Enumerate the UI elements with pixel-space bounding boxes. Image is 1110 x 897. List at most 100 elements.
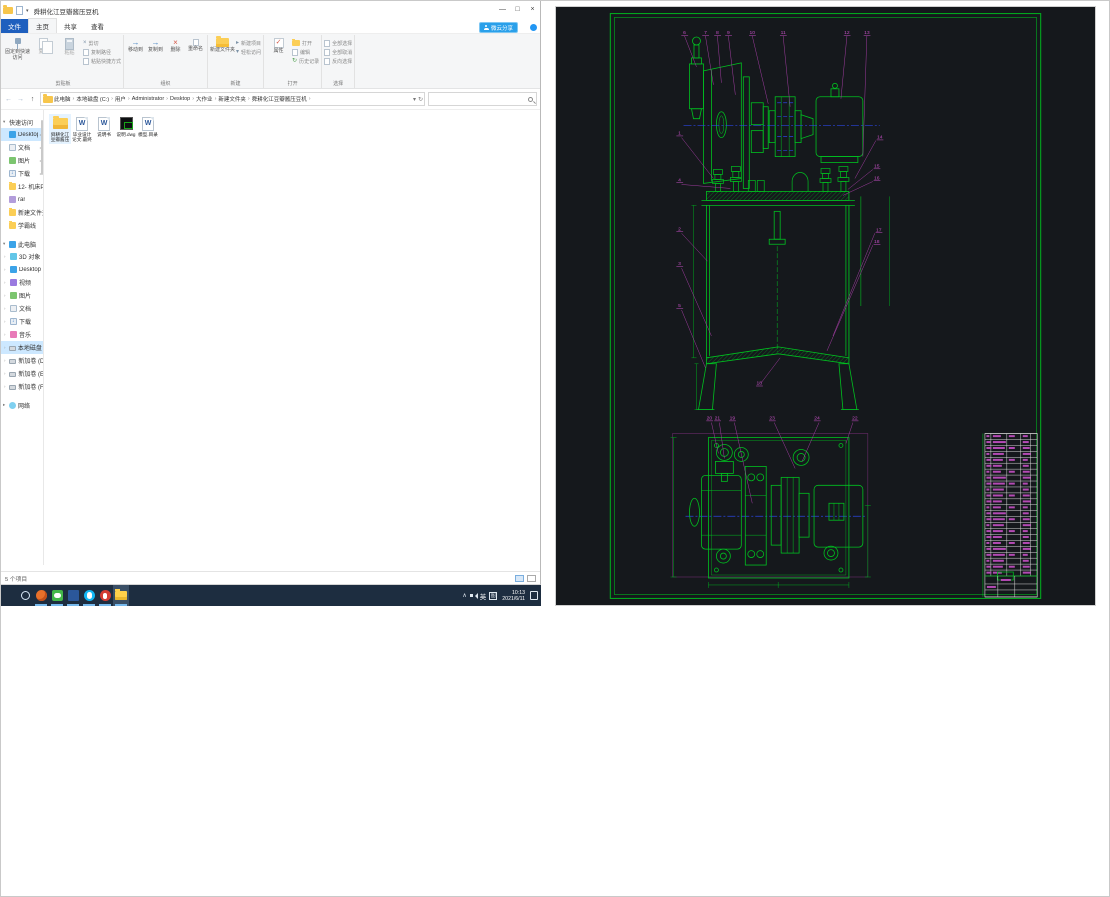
expand-icon[interactable]: ›: [4, 332, 8, 337]
taskbar-app-button[interactable]: [97, 585, 113, 606]
expand-icon[interactable]: ›: [4, 384, 7, 389]
breadcrumb-segment[interactable]: Desktop ›: [170, 96, 195, 102]
sidebar-item[interactable]: › 新加卷 (D:): [1, 354, 43, 367]
new-folder-button[interactable]: 新建文件夹: [210, 36, 235, 54]
taskbar-app-button[interactable]: [65, 585, 81, 606]
sidebar-item[interactable]: 下载 •: [1, 167, 43, 180]
collapse-icon[interactable]: ▾: [3, 119, 7, 125]
breadcrumb-segment[interactable]: 用户 ›: [115, 95, 131, 103]
rename-button[interactable]: 重命名: [186, 36, 205, 53]
file-item[interactable]: 毕业设计论文.最终: [71, 114, 93, 144]
expand-icon[interactable]: ›: [4, 345, 7, 350]
open-button[interactable]: 打开: [292, 38, 319, 47]
tab-view[interactable]: 查看: [84, 19, 111, 33]
back-icon[interactable]: ←: [4, 96, 13, 103]
expand-icon[interactable]: ›: [4, 280, 8, 285]
address-dropdown-icon[interactable]: ▾: [413, 96, 416, 103]
history-button[interactable]: ↻ 历史记录: [292, 57, 319, 65]
ime-mode-icon[interactable]: 图: [489, 591, 498, 600]
forward-icon[interactable]: →: [16, 96, 25, 103]
file-list-pane[interactable]: 舜耕化江豆瓣酱压豆机 毕业设计论文.最终 说明书: [44, 110, 540, 565]
sidebar-item[interactable]: rar •: [1, 193, 43, 206]
expand-icon[interactable]: ›: [4, 267, 8, 272]
qat-customize-icon[interactable]: ▾: [26, 8, 29, 14]
tab-file[interactable]: 文件: [1, 19, 28, 33]
sidebar-section-quick-access[interactable]: ▾ 快速访问: [1, 116, 43, 128]
tab-share[interactable]: 共享: [57, 19, 84, 33]
copy-button[interactable]: 复制: [31, 36, 56, 56]
breadcrumb-segment[interactable]: 舜耕化江豆瓣酱压豆机 ›: [252, 95, 312, 103]
paste-button[interactable]: 粘贴: [57, 36, 82, 57]
maximize-button[interactable]: □: [510, 1, 525, 17]
qat-properties-icon[interactable]: [16, 6, 23, 15]
cad-drawing-viewer[interactable]: 6 7 8 9 10 11 12 13 1 4 2 3 5 14 15 16 17 18 18 20 21 19 23 24 2…: [555, 6, 1096, 606]
expand-icon[interactable]: ▸: [3, 402, 7, 408]
move-to-button[interactable]: → 移动到: [126, 36, 145, 54]
search-input[interactable]: [428, 92, 537, 106]
clock[interactable]: 10:13 2021/6/11: [500, 590, 527, 602]
copy-to-button[interactable]: → 复制到: [146, 36, 165, 54]
pin-to-quick-access-button[interactable]: 固定到快速访问: [5, 36, 30, 61]
new-item-button[interactable]: ▸ 新建项目: [236, 39, 261, 47]
sidebar-item[interactable]: › 新加卷 (F:): [1, 380, 43, 393]
thumbnail-view-toggle[interactable]: [527, 574, 536, 582]
hidden-icons-chevron-icon[interactable]: ∧: [462, 592, 466, 599]
invert-selection-button[interactable]: 反向选择: [324, 57, 352, 65]
collapse-icon[interactable]: ▾: [3, 241, 7, 247]
file-item[interactable]: 模型.目录: [137, 114, 159, 138]
sidebar-item[interactable]: Desktop •: [1, 128, 43, 141]
properties-button[interactable]: ✓ 属性: [266, 36, 291, 55]
paste-shortcut-button[interactable]: 粘贴快捷方式: [83, 57, 121, 65]
help-icon[interactable]: [530, 24, 537, 31]
refresh-icon[interactable]: ↻: [418, 96, 423, 103]
sidebar-item[interactable]: 文档 •: [1, 141, 43, 154]
easy-access-button[interactable]: ▾ 轻松访问: [236, 48, 261, 56]
taskbar-app-button[interactable]: [113, 585, 129, 606]
taskbar-app-button[interactable]: [1, 585, 17, 606]
sidebar-item[interactable]: 12- 机床PLC (2M •: [1, 180, 43, 193]
expand-icon[interactable]: ›: [4, 319, 8, 324]
copy-path-button[interactable]: 复制路径: [83, 48, 121, 56]
sidebar-item[interactable]: 新建文件夹 •: [1, 206, 43, 219]
expand-icon[interactable]: ›: [4, 254, 8, 259]
sidebar-scrollbar[interactable]: [40, 120, 43, 175]
breadcrumb-segment[interactable]: 大作业 ›: [196, 95, 217, 103]
select-all-button[interactable]: 全部选择: [324, 39, 352, 47]
volume-icon[interactable]: [469, 592, 479, 599]
breadcrumb-segment[interactable]: 新建文件夹 ›: [218, 95, 250, 103]
taskbar-app-button[interactable]: [49, 585, 65, 606]
taskbar-app-button[interactable]: [17, 585, 33, 606]
breadcrumb-segment[interactable]: 此电脑 ›: [54, 95, 75, 103]
sidebar-section-this-pc[interactable]: ▾ 此电脑: [1, 238, 43, 250]
breadcrumb-segment[interactable]: 本地磁盘 (C:) ›: [76, 95, 114, 103]
sidebar-item[interactable]: 学霸线 •: [1, 219, 43, 232]
expand-icon[interactable]: ›: [4, 306, 8, 311]
expand-icon[interactable]: ›: [4, 358, 7, 363]
sidebar-item[interactable]: › Desktop: [1, 263, 43, 276]
file-item[interactable]: 说明书: [93, 114, 115, 138]
file-item[interactable]: 舜耕化江豆瓣酱压豆机: [49, 114, 71, 144]
details-view-toggle[interactable]: [515, 574, 524, 582]
action-center-icon[interactable]: [530, 591, 538, 600]
expand-icon[interactable]: ›: [4, 371, 7, 376]
select-none-button[interactable]: 全部取消: [324, 48, 352, 56]
close-button[interactable]: ×: [525, 1, 540, 17]
breadcrumb-segment[interactable]: Administrator ›: [132, 96, 169, 102]
edit-button[interactable]: 编辑: [292, 48, 319, 56]
file-item[interactable]: 说明.dwg: [115, 114, 137, 138]
minimize-button[interactable]: —: [495, 1, 510, 17]
address-bar[interactable]: 此电脑 › 本地磁盘 (C:) › 用户 › Administrator › D…: [40, 92, 425, 106]
cloud-share-button[interactable]: 微云分享: [478, 22, 518, 33]
cut-button[interactable]: × 剪切: [83, 39, 121, 47]
sidebar-item[interactable]: › 下载: [1, 315, 43, 328]
sidebar-item[interactable]: › 图片: [1, 289, 43, 302]
sidebar-item[interactable]: › 新加卷 (E:): [1, 367, 43, 380]
sidebar-item[interactable]: › 视频: [1, 276, 43, 289]
sidebar-item[interactable]: 图片 •: [1, 154, 43, 167]
tab-home[interactable]: 主页: [28, 18, 57, 33]
ime-language-indicator[interactable]: 英: [480, 591, 487, 601]
taskbar-app-button[interactable]: [81, 585, 97, 606]
expand-icon[interactable]: ›: [4, 293, 8, 298]
taskbar-app-button[interactable]: [33, 585, 49, 606]
delete-button[interactable]: × 删除: [166, 36, 185, 54]
